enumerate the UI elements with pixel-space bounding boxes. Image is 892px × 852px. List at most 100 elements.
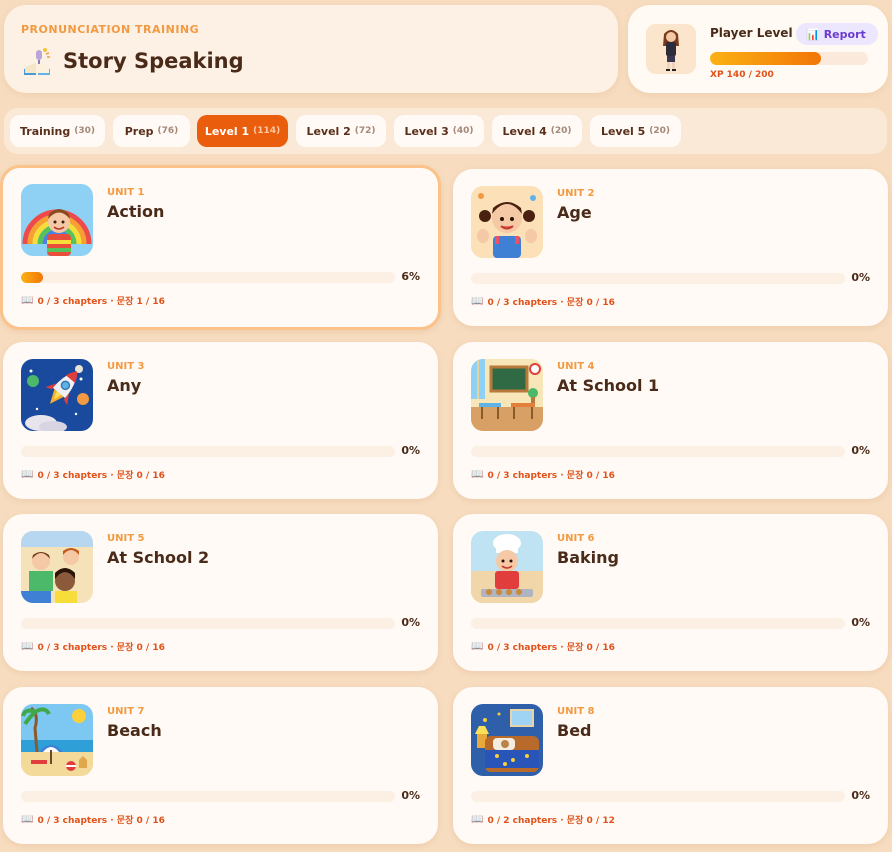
tab-level-1[interactable]: Level 1 (114) bbox=[197, 115, 288, 147]
unit-meta-text: 0 / 3 chapters · 문장 0 / 16 bbox=[487, 643, 615, 653]
tab-label: Level 3 bbox=[404, 124, 449, 138]
unit-name: Any bbox=[107, 376, 142, 395]
tab-level-3[interactable]: Level 3 (40) bbox=[394, 115, 484, 147]
tab-count: (20) bbox=[550, 126, 572, 136]
book-icon: 📖 bbox=[21, 469, 34, 480]
unit-name: At School 2 bbox=[107, 548, 210, 567]
unit-progress-bar bbox=[21, 446, 395, 457]
tab-label: Level 5 bbox=[600, 124, 646, 138]
unit-progress-bar bbox=[471, 791, 845, 802]
unit-label: UNIT 8 bbox=[557, 706, 595, 717]
unit-percent: 0% bbox=[851, 789, 870, 802]
classroom-icon bbox=[471, 359, 543, 431]
tab-level-4[interactable]: Level 4 (20) bbox=[492, 115, 582, 147]
report-button[interactable]: 📊 Report bbox=[796, 23, 878, 45]
book-mic-icon bbox=[21, 45, 53, 77]
unit-progress-bar bbox=[21, 791, 395, 802]
unit-card-at-school-2[interactable]: UNIT 5 At School 2 0% 📖 0 / 3 chapters ·… bbox=[3, 514, 438, 671]
book-icon: 📖 bbox=[471, 469, 484, 480]
report-label: Report bbox=[823, 27, 866, 41]
unit-meta: 📖 0 / 3 chapters · 문장 0 / 16 bbox=[471, 468, 615, 481]
xp-progress-fill bbox=[710, 52, 821, 65]
tab-label: Prep bbox=[124, 124, 154, 138]
unit-label: UNIT 5 bbox=[107, 533, 145, 544]
tab-label: Training bbox=[20, 124, 71, 138]
title-row: Story Speaking bbox=[21, 45, 244, 77]
unit-percent: 0% bbox=[401, 789, 420, 802]
book-icon: 📖 bbox=[471, 296, 484, 307]
tab-level-5[interactable]: Level 5 (20) bbox=[590, 115, 681, 147]
unit-label: UNIT 3 bbox=[107, 361, 145, 372]
waving-girl-icon bbox=[471, 186, 543, 258]
unit-meta-text: 0 / 3 chapters · 문장 0 / 16 bbox=[37, 816, 165, 826]
unit-name: Bed bbox=[557, 721, 592, 740]
book-icon: 📖 bbox=[471, 641, 484, 652]
unit-label: UNIT 7 bbox=[107, 706, 145, 717]
unit-progress-fill bbox=[21, 272, 44, 283]
unit-meta-text: 0 / 2 chapters · 문장 0 / 12 bbox=[487, 816, 615, 826]
unit-meta: 📖 0 / 3 chapters · 문장 1 / 16 bbox=[21, 294, 165, 307]
avatar[interactable] bbox=[646, 24, 696, 74]
book-icon: 📖 bbox=[21, 814, 34, 825]
tab-prep[interactable]: Prep (76) bbox=[113, 115, 190, 147]
page-title: Story Speaking bbox=[63, 49, 244, 73]
unit-card-bed[interactable]: UNIT 8 Bed 0% 📖 0 / 2 chapters · 문장 0 / … bbox=[453, 687, 888, 844]
unit-card-baking[interactable]: UNIT 6 Baking 0% 📖 0 / 3 chapters · 문장 0… bbox=[453, 514, 888, 671]
unit-percent: 0% bbox=[401, 616, 420, 629]
unit-percent: 0% bbox=[851, 271, 870, 284]
unit-label: UNIT 2 bbox=[557, 188, 595, 199]
tab-count: (72) bbox=[354, 126, 376, 136]
unit-meta-text: 0 / 3 chapters · 문장 0 / 16 bbox=[37, 643, 165, 653]
unit-label: UNIT 6 bbox=[557, 533, 595, 544]
tab-count: (30) bbox=[74, 126, 95, 136]
unit-card-beach[interactable]: UNIT 7 Beach 0% 📖 0 / 3 chapters · 문장 0 … bbox=[3, 687, 438, 844]
tab-count: (76) bbox=[157, 126, 179, 136]
unit-percent: 0% bbox=[851, 444, 870, 457]
unit-meta: 📖 0 / 3 chapters · 문장 0 / 16 bbox=[471, 640, 615, 653]
unit-label: UNIT 1 bbox=[107, 187, 145, 198]
unit-meta-text: 0 / 3 chapters · 문장 1 / 16 bbox=[37, 297, 165, 307]
unit-percent: 6% bbox=[401, 270, 420, 283]
unit-meta: 📖 0 / 3 chapters · 문장 0 / 16 bbox=[21, 640, 165, 653]
unit-percent: 0% bbox=[401, 444, 420, 457]
tab-label: Level 4 bbox=[502, 124, 547, 138]
book-icon: 📖 bbox=[21, 295, 34, 306]
tab-label: Level 2 bbox=[306, 124, 351, 138]
tab-level-2[interactable]: Level 2 (72) bbox=[296, 115, 386, 147]
unit-percent: 0% bbox=[851, 616, 870, 629]
xp-progress-bar bbox=[710, 52, 868, 65]
unit-label: UNIT 4 bbox=[557, 361, 595, 372]
unit-progress-bar bbox=[21, 618, 395, 629]
unit-name: Baking bbox=[557, 548, 619, 567]
book-icon: 📖 bbox=[471, 814, 484, 825]
unit-progress-bar bbox=[21, 272, 395, 283]
chef-kid-icon bbox=[471, 531, 543, 603]
unit-name: Action bbox=[107, 202, 165, 221]
player-panel: Player Level 5 📊 Report XP 140 / 200 bbox=[628, 5, 888, 93]
tab-count: (40) bbox=[452, 126, 474, 136]
beach-icon bbox=[21, 704, 93, 776]
unit-meta: 📖 0 / 3 chapters · 문장 0 / 16 bbox=[21, 813, 165, 826]
section-eyebrow: PRONUNCIATION TRAINING bbox=[21, 23, 200, 36]
player-level: Player Level 5 bbox=[710, 26, 806, 40]
unit-card-any[interactable]: UNIT 3 Any 0% 📖 0 / 3 chapters · 문장 0 / … bbox=[3, 342, 438, 499]
unit-progress-bar bbox=[471, 446, 845, 457]
unit-card-at-school-1[interactable]: UNIT 4 At School 1 0% 📖 0 / 3 chapters ·… bbox=[453, 342, 888, 499]
unit-progress-bar bbox=[471, 273, 845, 284]
unit-name: Beach bbox=[107, 721, 162, 740]
unit-name: Age bbox=[557, 203, 592, 222]
unit-name: At School 1 bbox=[557, 376, 660, 395]
chart-icon: 📊 bbox=[806, 27, 820, 41]
tab-label: Level 1 bbox=[204, 124, 250, 138]
rocket-icon bbox=[21, 359, 93, 431]
unit-card-age[interactable]: UNIT 2 Age 0% 📖 0 / 3 chapters · 문장 0 / … bbox=[453, 169, 888, 326]
unit-meta: 📖 0 / 3 chapters · 문장 0 / 16 bbox=[471, 295, 615, 308]
tab-training[interactable]: Training (30) bbox=[10, 115, 105, 147]
unit-card-action[interactable]: UNIT 1 Action 6% 📖 0 / 3 chapters · 문장 1… bbox=[0, 165, 441, 330]
header-panel: PRONUNCIATION TRAINING Story Speaking bbox=[4, 5, 618, 93]
xp-text: XP 140 / 200 bbox=[710, 70, 774, 80]
unit-meta: 📖 0 / 2 chapters · 문장 0 / 12 bbox=[471, 813, 615, 826]
unit-meta-text: 0 / 3 chapters · 문장 0 / 16 bbox=[487, 298, 615, 308]
unit-meta-text: 0 / 3 chapters · 문장 0 / 16 bbox=[487, 471, 615, 481]
level-tabs: Training (30) Prep (76) Level 1 (114) Le… bbox=[4, 108, 887, 154]
